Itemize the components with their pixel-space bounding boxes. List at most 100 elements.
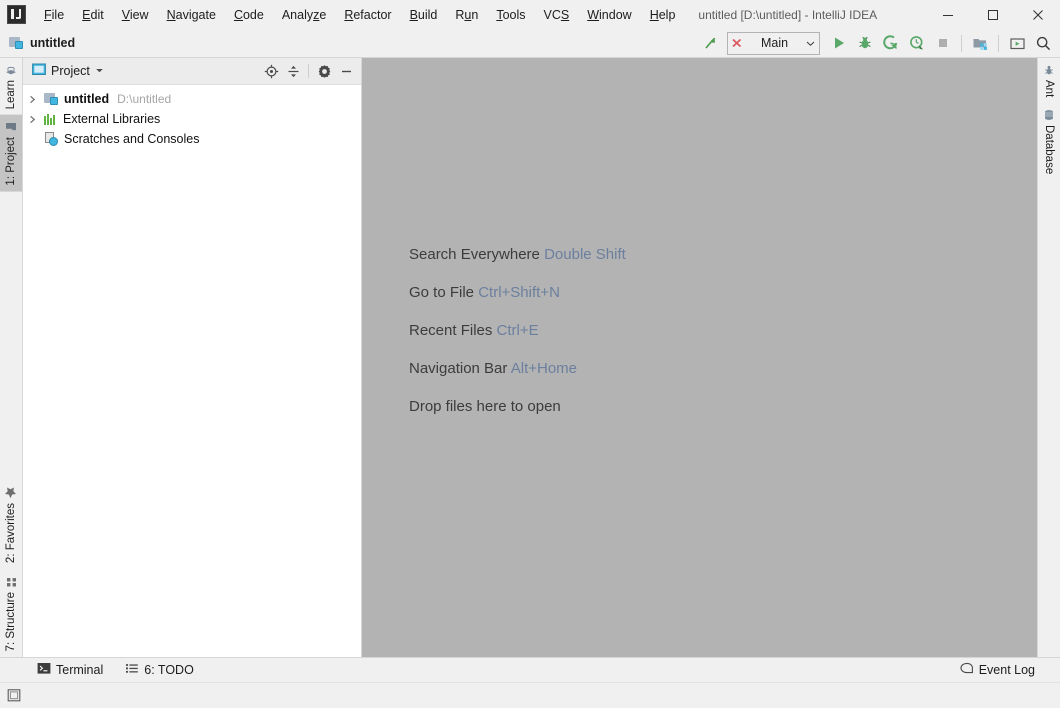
menu-item-vcs[interactable]: VCS [535, 4, 579, 26]
minimize-icon [341, 70, 351, 72]
event-log-icon [960, 662, 974, 678]
sidebar-item-favorites[interactable]: 2: Favorites [0, 480, 22, 569]
run-anything-icon [1009, 37, 1025, 49]
collapse-all-button[interactable] [282, 60, 304, 82]
title-bar: File Edit View Navigate Code Analyze Ref… [0, 0, 1060, 29]
run-configuration-label: Main [760, 36, 789, 50]
hint-shortcut: Double Shift [544, 246, 626, 263]
bottom-tab-label: Terminal [56, 663, 104, 677]
project-folder-icon [5, 121, 17, 133]
chevron-down-icon [806, 41, 815, 46]
sidebar-item-learn[interactable]: Learn [0, 58, 22, 115]
profile-button[interactable] [904, 31, 930, 55]
select-opened-file-button[interactable] [260, 60, 282, 82]
hide-tool-window-button[interactable] [335, 60, 357, 82]
hint-label: Go to File [409, 284, 475, 301]
tree-node-label: untitled [64, 92, 110, 106]
editor-empty-area[interactable]: Search Everywhere Double Shift Go to Fil… [362, 58, 1037, 657]
sidebar-item-label: Database [1043, 125, 1055, 175]
sidebar-item-label: 2: Favorites [5, 503, 17, 564]
collapse-all-icon [288, 65, 298, 77]
project-tool-window-actions [260, 60, 361, 82]
event-log-button[interactable]: Event Log [949, 658, 1046, 682]
search-everywhere-button[interactable] [1030, 31, 1056, 55]
sidebar-item-structure[interactable]: 7: Structure [0, 570, 22, 657]
gear-icon [318, 64, 330, 78]
toolbar-separator-2 [998, 34, 999, 52]
actions-separator [308, 64, 309, 78]
hint-shortcut: Alt+Home [510, 360, 578, 377]
tool-window-settings-button[interactable] [313, 60, 335, 82]
bug-icon [859, 36, 871, 49]
bottom-tab-label: 6: TODO [144, 663, 194, 677]
tree-node-label: Scratches and Consoles [64, 132, 200, 146]
run-anything-button[interactable] [1004, 31, 1030, 55]
menu-item-file[interactable]: File [35, 4, 73, 26]
close-button[interactable] [1015, 0, 1060, 29]
project-view-selector[interactable]: Project [32, 63, 104, 79]
project-tree[interactable]: untitled D:\untitled External Libraries [23, 85, 361, 657]
main-content: Learn 1: Project 2: Favorites 7: Structu… [0, 58, 1060, 657]
chevron-right-icon[interactable] [27, 94, 38, 105]
menu-item-refactor[interactable]: Refactor [335, 4, 400, 26]
menu-item-window[interactable]: Window [578, 4, 640, 26]
menu-item-code[interactable]: Code [225, 4, 273, 26]
menu-item-analyze[interactable]: Analyze [273, 4, 335, 26]
menu-item-help[interactable]: Help [641, 4, 685, 26]
tool-window-layout-icon[interactable] [7, 688, 22, 703]
run-with-coverage-button[interactable] [878, 31, 904, 55]
project-structure-icon [973, 38, 987, 50]
menu-item-run[interactable]: Run [446, 4, 487, 26]
menu-item-build[interactable]: Build [401, 4, 447, 26]
intellij-idea-window: File Edit View Navigate Code Analyze Ref… [0, 0, 1060, 708]
hint-label: Navigation Bar [409, 360, 508, 377]
debug-button[interactable] [852, 31, 878, 55]
tree-node-scratches-and-consoles[interactable]: Scratches and Consoles [23, 129, 361, 149]
breadcrumb: untitled [0, 36, 75, 50]
project-tool-window-header: Project [23, 58, 361, 85]
run-button[interactable] [826, 31, 852, 55]
menu-item-navigate[interactable]: Navigate [158, 4, 225, 26]
navigation-toolbar: untitled Main [0, 29, 1060, 58]
module-icon [44, 92, 59, 106]
sidebar-item-label: Learn [5, 80, 17, 110]
menu-item-edit[interactable]: Edit [73, 4, 113, 26]
chevron-right-icon[interactable] [27, 114, 38, 125]
hint-shortcut: Ctrl+Shift+N [478, 284, 560, 301]
sidebar-item-label: 1: Project [5, 137, 17, 186]
bottom-tab-todo[interactable]: 6: TODO [114, 658, 205, 682]
terminal-icon [37, 662, 51, 678]
window-title: untitled [D:\untitled] - IntelliJ IDEA [698, 7, 878, 22]
database-icon [1043, 109, 1055, 121]
sidebar-item-database[interactable]: Database [1038, 103, 1060, 180]
breadcrumb-project-name[interactable]: untitled [30, 36, 75, 50]
locate-crosshair-icon [264, 64, 278, 78]
sidebar-item-label: 7: Structure [5, 591, 17, 651]
menu-item-tools[interactable]: Tools [487, 4, 534, 26]
bottom-tab-terminal[interactable]: Terminal [26, 658, 114, 682]
profiler-icon [910, 36, 924, 50]
tree-node-untitled[interactable]: untitled D:\untitled [23, 89, 361, 109]
minimize-button[interactable] [925, 0, 970, 29]
module-icon [9, 36, 24, 50]
run-toolbar: Main [697, 29, 1056, 57]
ant-icon [1043, 64, 1055, 76]
toolbar-separator-1 [961, 34, 962, 52]
tree-node-external-libraries[interactable]: External Libraries [23, 109, 361, 129]
stop-button[interactable] [930, 31, 956, 55]
bottom-tool-window-stripe: Terminal 6: TODO Event Log [0, 657, 1060, 682]
menu-item-view[interactable]: View [113, 4, 158, 26]
tree-node-path: D:\untitled [117, 92, 172, 106]
run-configuration-selector[interactable]: Main [727, 31, 820, 55]
project-tool-window-title: Project [51, 64, 90, 78]
coverage-icon [883, 35, 898, 50]
bottom-stripe-right: Event Log [949, 658, 1060, 682]
project-view-icon [32, 63, 46, 79]
hint-label: Search Everywhere [409, 246, 540, 263]
project-structure-button[interactable] [967, 31, 993, 55]
intellij-idea-logo-icon [7, 5, 26, 24]
maximize-button[interactable] [970, 0, 1015, 29]
sidebar-item-project[interactable]: 1: Project [0, 115, 22, 192]
sidebar-item-ant[interactable]: Ant [1038, 58, 1060, 103]
update-project-button[interactable] [697, 31, 723, 55]
